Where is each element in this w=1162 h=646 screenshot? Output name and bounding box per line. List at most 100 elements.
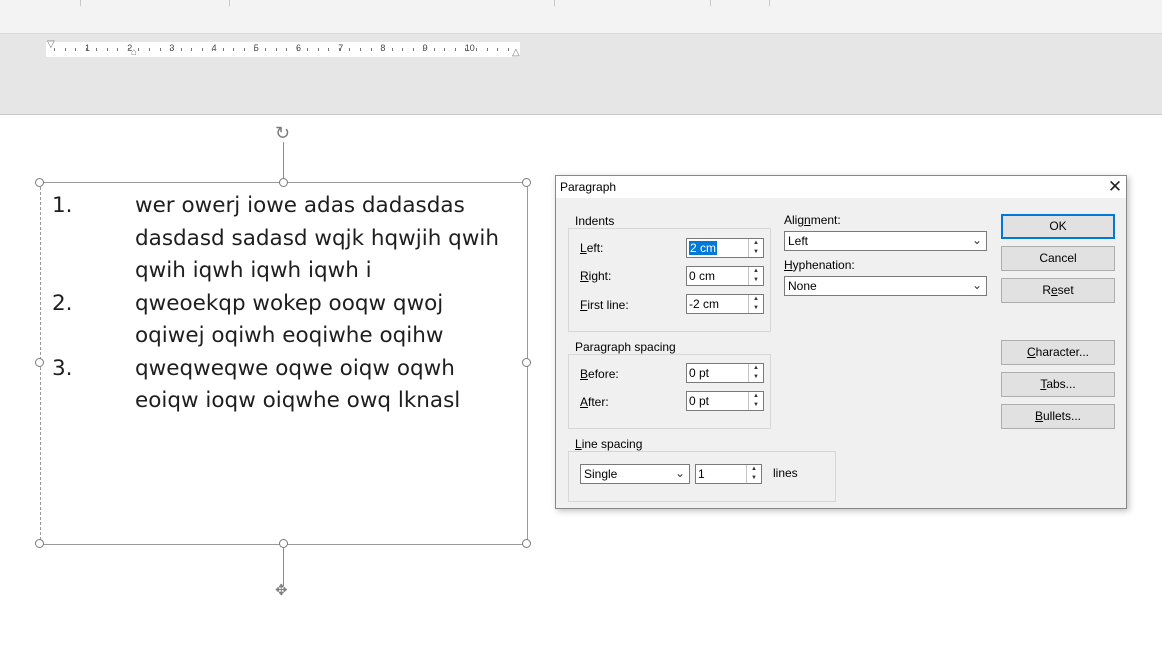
before-value[interactable]: 0 pt bbox=[689, 366, 709, 380]
ruler-tick bbox=[476, 48, 477, 51]
move-icon[interactable]: ✥ bbox=[275, 583, 288, 598]
ruler-tick bbox=[465, 48, 467, 51]
right-indent-value[interactable]: 0 cm bbox=[689, 269, 715, 283]
ruler-tick bbox=[106, 48, 108, 51]
toolbar-separator bbox=[769, 0, 770, 6]
ruler-tick bbox=[275, 48, 277, 51]
ok-button[interactable]: OK bbox=[1001, 214, 1115, 239]
ruler-tick bbox=[412, 48, 414, 51]
cancel-button[interactable]: Cancel bbox=[1001, 246, 1115, 271]
ruler-tick bbox=[507, 48, 509, 51]
spin-arrows-icon[interactable]: ▲ ▼ bbox=[748, 267, 763, 285]
list-number: 3. bbox=[52, 355, 73, 381]
dialog-titlebar[interactable]: Paragraph ✕ bbox=[556, 176, 1126, 198]
spin-arrows-icon[interactable]: ▲ ▼ bbox=[748, 295, 763, 313]
ruler-tick bbox=[170, 48, 172, 51]
alignment-value: Left bbox=[788, 234, 809, 248]
spin-arrows-icon[interactable]: ▲ ▼ bbox=[746, 465, 761, 483]
ruler-tick bbox=[359, 48, 361, 51]
list-text: qweqweqwe oqwe oiqw oqwh eoiqw ioqw oiqw… bbox=[135, 355, 461, 414]
hyphenation-value: None bbox=[788, 279, 817, 293]
ruler-tick bbox=[138, 48, 140, 51]
toolbar-separator bbox=[80, 0, 81, 6]
toolbar-band bbox=[0, 7, 1162, 34]
right-indent-marker-icon[interactable]: △ bbox=[512, 48, 520, 58]
ruler-tick bbox=[370, 48, 372, 51]
ruler-tick bbox=[497, 48, 499, 51]
spin-arrows-icon[interactable]: ▲ ▼ bbox=[748, 392, 763, 410]
reset-button[interactable]: Reset bbox=[1001, 278, 1115, 303]
ruler-tick bbox=[127, 48, 129, 51]
ruler-tick bbox=[307, 48, 309, 51]
list-item[interactable]: 2. qweoekqp wokep ooqw qwoj oqiwej oqiwh… bbox=[52, 288, 512, 353]
spin-arrows-icon[interactable]: ▲ ▼ bbox=[748, 364, 763, 382]
resize-handle-bottom-right[interactable] bbox=[522, 539, 531, 548]
resize-handle-right[interactable] bbox=[522, 358, 531, 367]
chevron-down-icon[interactable]: ⌄ bbox=[972, 278, 982, 292]
toolbar-separator bbox=[710, 0, 711, 6]
bullets-button[interactable]: Bullets... bbox=[1001, 404, 1115, 429]
paragraph-spacing-title: Paragraph spacing bbox=[573, 340, 678, 354]
list-text: qweoekqp wokep ooqw qwoj oqiwej oqiwh eo… bbox=[135, 290, 444, 349]
resize-handle-top[interactable] bbox=[279, 178, 288, 187]
alignment-select[interactable]: Left ⌄ bbox=[784, 231, 987, 251]
first-line-spinner[interactable]: -2 cm ▲ ▼ bbox=[686, 294, 764, 314]
line-spacing-mode-value: Single bbox=[584, 467, 618, 481]
after-value[interactable]: 0 pt bbox=[689, 394, 709, 408]
resize-handle-bottom[interactable] bbox=[279, 539, 288, 548]
line-spacing-value-spinner[interactable]: 1 ▲ ▼ bbox=[695, 464, 762, 484]
first-line-value[interactable]: -2 cm bbox=[689, 297, 719, 311]
line-spacing-title: Line spacing bbox=[573, 437, 645, 451]
before-spinner[interactable]: 0 pt ▲ ▼ bbox=[686, 363, 764, 383]
chevron-down-icon[interactable]: ⌄ bbox=[675, 466, 685, 480]
hyphenation-label: Hyphenation: bbox=[784, 258, 855, 272]
ruler-tick bbox=[349, 48, 351, 51]
left-indent-label: Left: bbox=[580, 241, 604, 255]
ruler-tick bbox=[317, 48, 319, 51]
left-indent-value[interactable]: 2 cm bbox=[689, 241, 718, 255]
ruler-tick bbox=[381, 48, 383, 51]
close-icon[interactable]: ✕ bbox=[1104, 176, 1126, 198]
resize-handle-left[interactable] bbox=[35, 358, 44, 367]
tabs-button[interactable]: Tabs... bbox=[1001, 372, 1115, 397]
chevron-down-icon[interactable]: ⌄ bbox=[972, 233, 982, 247]
spin-arrows-icon[interactable]: ▲ ▼ bbox=[748, 239, 763, 257]
ruler-tick bbox=[433, 48, 435, 51]
before-label: Before: bbox=[580, 367, 619, 381]
ruler-tick bbox=[296, 48, 298, 51]
line-spacing-unit: lines bbox=[773, 466, 798, 480]
right-indent-label: Right: bbox=[580, 269, 612, 283]
hyphenation-select[interactable]: None ⌄ bbox=[784, 276, 987, 296]
ruler-tick bbox=[117, 48, 119, 51]
ruler-tick bbox=[254, 48, 256, 51]
ruler-tick bbox=[180, 48, 182, 51]
ruler-tick bbox=[454, 48, 456, 51]
numbered-list[interactable]: 1. wer owerj iowe adas dadasdas dasdasd … bbox=[52, 190, 512, 418]
move-handle-line bbox=[283, 548, 284, 586]
left-indent-spinner[interactable]: 2 cm ▲ ▼ bbox=[686, 238, 764, 258]
ruler-tick bbox=[286, 48, 288, 51]
first-line-label: First line: bbox=[580, 298, 629, 312]
ruler-tick bbox=[96, 48, 98, 51]
list-number: 2. bbox=[52, 290, 73, 316]
horizontal-ruler[interactable]: ▽ ⌂ △ 1 2 3 4 5 6 7 8 9 10 bbox=[46, 40, 520, 58]
ruler-tick bbox=[54, 48, 55, 51]
rotate-icon[interactable]: ↻ bbox=[275, 124, 290, 142]
list-item[interactable]: 1. wer owerj iowe adas dadasdas dasdasd … bbox=[52, 190, 512, 288]
character-button[interactable]: Character... bbox=[1001, 340, 1115, 365]
paragraph-dialog: Paragraph ✕ Indents Left: 2 cm ▲ ▼ Right:… bbox=[555, 175, 1127, 509]
toolbar-separator bbox=[229, 0, 230, 6]
list-text: wer owerj iowe adas dadasdas dasdasd sad… bbox=[135, 193, 499, 283]
after-spinner[interactable]: 0 pt ▲ ▼ bbox=[686, 391, 764, 411]
ruler-tick bbox=[159, 48, 161, 51]
resize-handle-top-right[interactable] bbox=[522, 178, 531, 187]
resize-handle-bottom-left[interactable] bbox=[35, 539, 44, 548]
resize-handle-top-left[interactable] bbox=[35, 178, 44, 187]
dialog-title: Paragraph bbox=[560, 180, 617, 194]
list-item[interactable]: 3. qweqweqwe oqwe oiqw oqwh eoiqw ioqw o… bbox=[52, 353, 512, 418]
line-spacing-value[interactable]: 1 bbox=[698, 467, 705, 481]
ruler-tick bbox=[222, 48, 224, 51]
ruler-tick bbox=[265, 48, 266, 51]
right-indent-spinner[interactable]: 0 cm ▲ ▼ bbox=[686, 266, 764, 286]
line-spacing-mode-select[interactable]: Single ⌄ bbox=[580, 464, 690, 484]
